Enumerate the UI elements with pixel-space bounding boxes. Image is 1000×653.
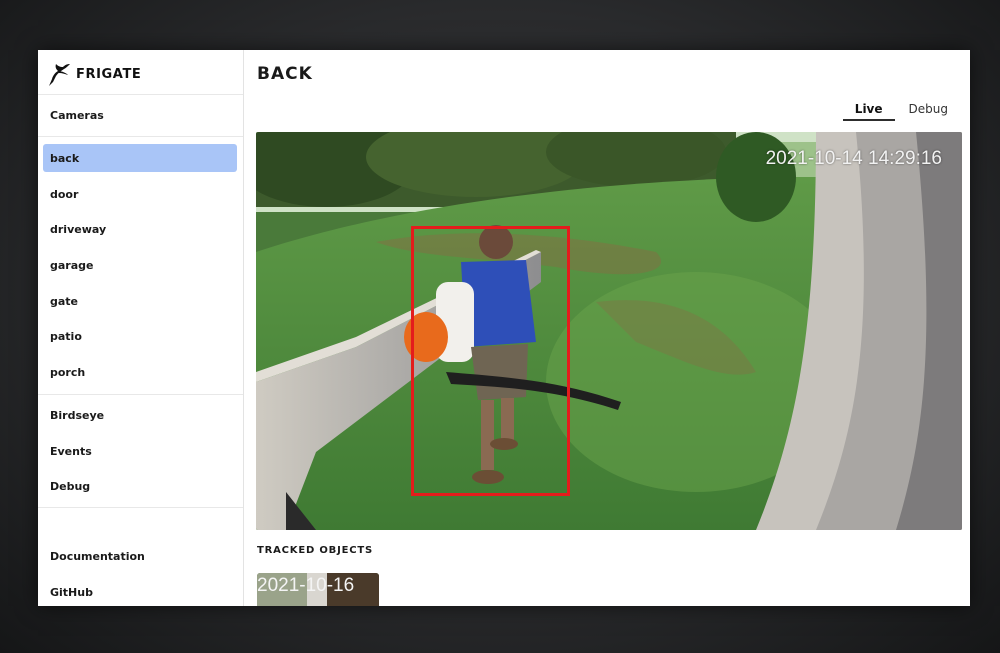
- sidebar-item-garage[interactable]: garage: [43, 251, 237, 279]
- divider: [38, 394, 243, 395]
- camera-feed[interactable]: 2021-10-14 14:29:16: [256, 132, 962, 530]
- camera-scene: [256, 132, 962, 530]
- sidebar-item-gate[interactable]: gate: [43, 287, 237, 315]
- tab-live[interactable]: Live: [842, 102, 895, 121]
- brand-name: FRIGATE: [76, 66, 142, 82]
- sidebar-item-driveway[interactable]: driveway: [43, 215, 237, 243]
- tab-debug[interactable]: Debug: [907, 102, 950, 121]
- main-content: BACK Live Debug 2021-10-14 14:29:16 TRAC…: [244, 50, 970, 606]
- sidebar-item-back[interactable]: back: [43, 144, 237, 172]
- sidebar-item-birdseye[interactable]: Birdseye: [43, 401, 237, 429]
- sidebar-item-events[interactable]: Events: [43, 437, 237, 465]
- sidebar-item-door[interactable]: door: [43, 180, 237, 208]
- divider: [38, 94, 243, 95]
- tracked-objects-heading: TRACKED OBJECTS: [257, 545, 373, 556]
- sidebar: FRIGATE Cameras back door driveway garag…: [38, 50, 244, 606]
- frigate-bird-icon: [49, 64, 70, 86]
- page-title: BACK: [257, 64, 313, 84]
- sidebar-item-patio[interactable]: patio: [43, 322, 237, 350]
- brand[interactable]: FRIGATE: [46, 56, 236, 92]
- person-detection-box: [411, 226, 570, 496]
- thumbnail-timestamp: 2021-10-16: [257, 575, 355, 596]
- link-documentation[interactable]: Documentation: [43, 542, 237, 570]
- tracked-object-thumbnail[interactable]: 2021-10-16: [257, 573, 379, 606]
- divider: [38, 507, 243, 508]
- sidebar-item-debug[interactable]: Debug: [43, 472, 237, 500]
- app-window: FRIGATE Cameras back door driveway garag…: [38, 50, 970, 606]
- divider: [38, 136, 243, 137]
- feed-timestamp: 2021-10-14 14:29:16: [765, 148, 942, 169]
- sidebar-item-porch[interactable]: porch: [43, 358, 237, 386]
- link-github[interactable]: GitHub: [43, 578, 237, 606]
- cameras-heading[interactable]: Cameras: [43, 101, 237, 129]
- view-tabs: Live Debug: [842, 102, 950, 121]
